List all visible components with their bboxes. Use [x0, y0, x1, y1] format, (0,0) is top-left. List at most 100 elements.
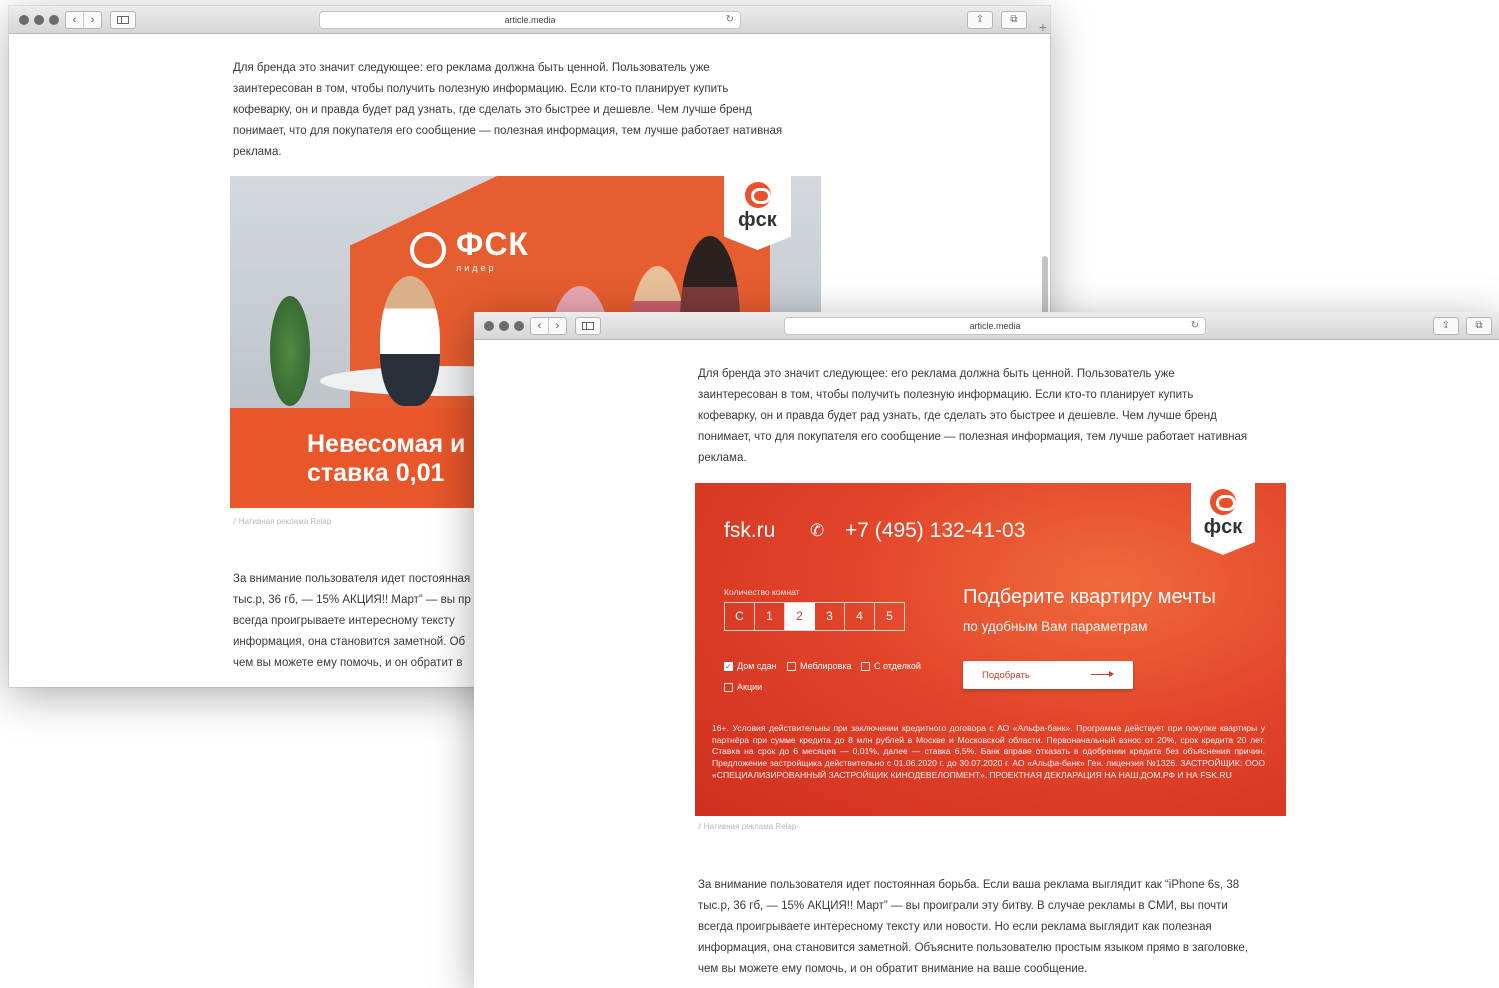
legal-disclaimer: 16+. Условия действительны при заключени…	[712, 723, 1265, 780]
close-button[interactable]	[484, 321, 494, 331]
new-tab-icon[interactable]: +	[1036, 20, 1050, 34]
wall-logo: ФСК лидер	[410, 226, 529, 273]
banner-headline: Невесомая и ставка 0,01	[307, 430, 465, 488]
checkbox-label: Меблировка	[800, 661, 852, 671]
ad-caption: ⫽ Нативная реклама Relap	[233, 517, 331, 527]
window-controls	[19, 15, 59, 25]
wall-brand: ФСК	[456, 226, 529, 262]
url-text: article.media	[504, 15, 556, 25]
checkbox-label: Акции	[737, 682, 763, 692]
text-line: понимает, что для покупателя его сообщен…	[698, 431, 1248, 443]
forward-icon[interactable]: ›	[549, 318, 566, 334]
text-line: За внимание пользователя идет постоянная…	[698, 879, 1240, 891]
checkbox-finishing[interactable]: С отделкой	[861, 661, 921, 671]
room-option-5[interactable]: 5	[875, 603, 904, 630]
phone-icon: ✆	[810, 521, 825, 540]
site-link[interactable]: fsk.ru	[724, 519, 775, 543]
room-option-3[interactable]: 3	[815, 603, 845, 630]
text-line: реклама.	[698, 452, 747, 464]
fsk-logo-icon	[744, 182, 771, 208]
wall-brand-sub: лидер	[456, 263, 497, 273]
text-line: всегда проигрываете интересному тексту и…	[698, 921, 1212, 933]
back-icon[interactable]: ‹	[66, 12, 84, 28]
share-icon[interactable]: ⇪	[1433, 317, 1459, 335]
share-icon[interactable]: ⇪	[967, 11, 993, 29]
zoom-button[interactable]	[49, 15, 59, 25]
window-controls	[484, 321, 524, 331]
text-line: кофеварку, он и правда будет рад узнать,…	[233, 104, 752, 116]
brand-flag: фск	[724, 176, 791, 250]
checkbox-house-ready[interactable]: ✓ Дом сдан	[724, 661, 777, 671]
checkbox-icon	[861, 661, 870, 671]
text-line: тыс.р, 36 гб, — 15% АКЦИЯ!! Март” — вы п…	[233, 594, 471, 606]
room-option-4[interactable]: 4	[845, 603, 875, 630]
fsk-logo-icon	[410, 231, 446, 268]
tabs-icon[interactable]: ⧉	[1001, 11, 1027, 29]
headline-line: ставка 0,01	[307, 459, 445, 487]
minimize-button[interactable]	[34, 15, 44, 25]
fsk-logo-icon	[1210, 489, 1236, 515]
tabs-icon[interactable]: ⧉	[1466, 317, 1492, 335]
room-option-2[interactable]: 2	[785, 603, 815, 630]
text-line: заинтересован в том, чтобы получить поле…	[698, 389, 1194, 401]
brand-flag: фск	[1191, 483, 1255, 555]
zoom-button[interactable]	[514, 321, 524, 331]
title-bar: ‹ › article.media ↻ ⇪ ⧉ +	[9, 6, 1050, 34]
text-line: тыс.р, 36 гб, — 15% АКЦИЯ!! Март” — вы п…	[698, 900, 1228, 912]
fsk-logo: фск	[724, 182, 791, 232]
arrow-right-icon	[1091, 671, 1114, 677]
back-icon[interactable]: ‹	[531, 318, 549, 334]
checkbox-furniture[interactable]: Меблировка	[787, 661, 851, 671]
article-paragraph-2: За внимание пользователя идет постоянная…	[233, 569, 478, 674]
ad-caption: ⫽ Нативная реклама Relap	[698, 822, 796, 832]
text-line: чем вы можете ему помочь, и он обратит в…	[698, 963, 1088, 975]
fsk-logo-text: фск	[1203, 516, 1243, 538]
minimize-button[interactable]	[499, 321, 509, 331]
banner-headline: Подберите квартиру мечты	[963, 586, 1216, 608]
article-paragraph-1: Для бренда это значит следующее: его рек…	[233, 58, 833, 163]
person-image	[380, 276, 440, 406]
caption-text: Нативная реклама Relap	[238, 517, 332, 526]
text-line: реклама.	[233, 146, 282, 158]
text-line: кофеварку, он и правда будет рад узнать,…	[698, 410, 1217, 422]
text-line: понимает, что для покупателя его сообщен…	[233, 125, 783, 137]
checkbox-label: Дом сдан	[737, 661, 777, 671]
text-line: заинтересован в том, чтобы получить поле…	[233, 83, 729, 95]
rooms-label: Количество комнат	[724, 587, 800, 597]
checkbox-icon	[724, 682, 733, 692]
text-line: Для бренда это значит следующее: его рек…	[698, 368, 1175, 380]
close-button[interactable]	[19, 15, 29, 25]
room-option-1[interactable]: 1	[755, 603, 785, 630]
sidebar-icon[interactable]	[575, 317, 601, 335]
text-line: чем вы можете ему помочь, и он обратит в	[233, 657, 463, 669]
browser-window-front: ‹ › article.media ↻ ⇪ ⧉ Для бренда это з…	[474, 312, 1499, 988]
nav-buttons: ‹ ›	[530, 317, 567, 335]
text-line: всегда проигрываете интересному тексту	[233, 615, 455, 627]
address-bar[interactable]: article.media ↻	[784, 317, 1206, 335]
fsk-logo: фск	[1191, 489, 1255, 539]
caption-text: Нативная реклама Relap	[703, 822, 797, 831]
room-option-studio[interactable]: С	[725, 603, 755, 630]
forward-icon[interactable]: ›	[84, 12, 101, 28]
reload-icon[interactable]: ↻	[726, 12, 734, 28]
pick-button-label: Подобрать	[982, 670, 1030, 681]
checkbox-promotions[interactable]: Акции	[724, 682, 762, 692]
sidebar-icon[interactable]	[110, 11, 136, 29]
headline-line: Невесомая и	[307, 430, 466, 458]
checkbox-icon	[787, 661, 796, 671]
pick-button[interactable]: Подобрать	[963, 661, 1133, 689]
banner-subheadline: по удобным Вам параметрам	[963, 619, 1148, 634]
checkbox-checked-icon: ✓	[724, 661, 733, 671]
text-line: информация, она становится заметной. Об	[233, 636, 466, 648]
phone-number[interactable]: +7 (495) 132-41-03	[845, 519, 1025, 543]
reload-icon[interactable]: ↻	[1191, 318, 1199, 334]
address-bar[interactable]: article.media ↻	[319, 11, 741, 29]
article-paragraph-1: Для бренда это значит следующее: его рек…	[698, 364, 1298, 469]
url-text: article.media	[969, 321, 1021, 331]
text-line: Для бренда это значит следующее: его рек…	[233, 62, 710, 74]
checkbox-label: С отделкой	[874, 661, 921, 671]
text-line: информация, она становится заметной. Объ…	[698, 942, 1249, 954]
ad-banner-form[interactable]: fsk.ru ✆ +7 (495) 132-41-03 фск Количест…	[695, 483, 1286, 816]
title-bar: ‹ › article.media ↻ ⇪ ⧉	[474, 312, 1499, 340]
nav-buttons: ‹ ›	[65, 11, 102, 29]
